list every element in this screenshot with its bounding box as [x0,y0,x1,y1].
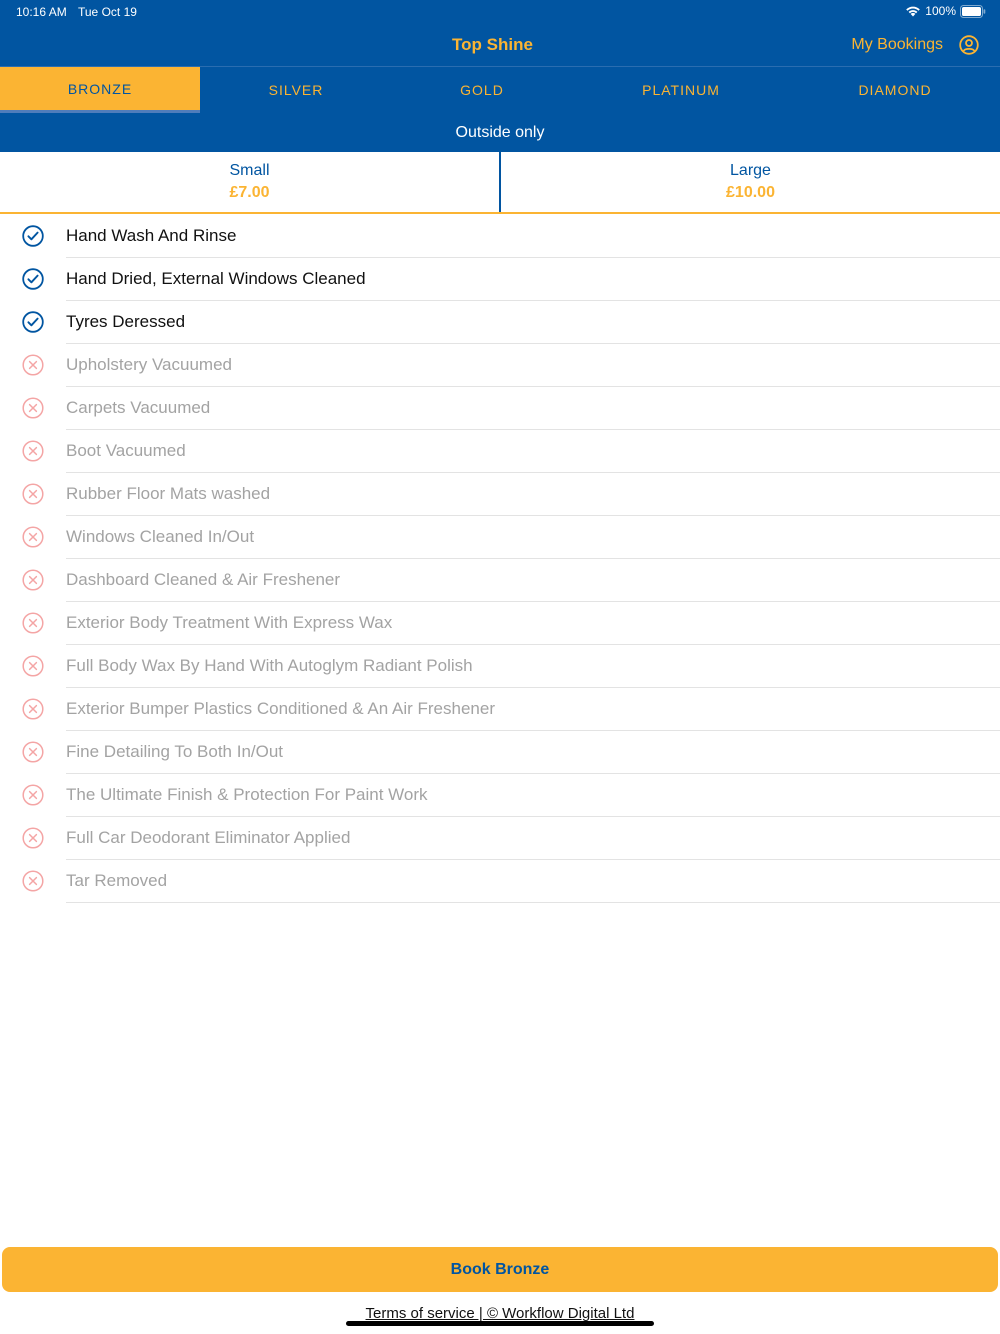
feature-label: Full Car Deodorant Eliminator Applied [66,828,351,847]
tab-gold[interactable]: GOLD [392,67,572,113]
feature-row: Fine Detailing To Both In/Out [0,731,1000,774]
size-option-small[interactable]: Small £7.00 [0,152,499,212]
x-circle-icon [22,827,44,849]
x-circle-icon [22,397,44,419]
tier-tabs: BRONZE SILVER GOLD PLATINUM DIAMOND [0,67,1000,113]
status-date: Tue Oct 19 [78,5,137,19]
feature-row: Tar Removed [0,860,1000,903]
wifi-icon [905,5,921,17]
feature-row: The Ultimate Finish & Protection For Pai… [0,774,1000,817]
x-circle-icon [22,483,44,505]
tier-subtitle: Outside only [0,113,1000,152]
feature-row: Hand Wash And Rinse [0,215,1000,258]
x-circle-icon [22,870,44,892]
feature-row: Dashboard Cleaned & Air Freshener [0,559,1000,602]
size-selector: Small £7.00 Large £10.00 [0,152,1000,214]
feature-label: The Ultimate Finish & Protection For Pai… [66,785,428,804]
x-circle-icon [22,526,44,548]
x-circle-icon [22,784,44,806]
feature-label: Tyres Deressed [66,312,186,331]
status-bar: 10:16 AM Tue Oct 19 100% [0,0,1000,24]
navigation-bar: Top Shine My Bookings [0,24,1000,67]
feature-row: Tyres Deressed [0,301,1000,344]
app-title: Top Shine [452,35,533,54]
feature-row: Carpets Vacuumed [0,387,1000,430]
x-circle-icon [22,655,44,677]
feature-row: Windows Cleaned In/Out [0,516,1000,559]
check-circle-icon [22,311,44,333]
battery-percent: 100% [925,4,956,18]
size-name: Small [229,162,270,179]
feature-label: Carpets Vacuumed [66,398,211,417]
terms-of-service-link[interactable]: Terms of service | © Workflow Digital Lt… [0,1305,1000,1322]
feature-label: Rubber Floor Mats washed [66,484,271,503]
feature-label: Dashboard Cleaned & Air Freshener [66,570,341,589]
feature-row: Full Car Deodorant Eliminator Applied [0,817,1000,860]
feature-label: Boot Vacuumed [66,441,186,460]
status-indicators: 100% [905,4,986,18]
battery-icon [960,4,986,18]
tab-silver[interactable]: SILVER [200,67,392,113]
tab-platinum[interactable]: PLATINUM [572,67,790,113]
tab-bronze[interactable]: BRONZE [0,67,200,113]
check-circle-icon [22,268,44,290]
x-circle-icon [22,354,44,376]
x-circle-icon [22,569,44,591]
book-button[interactable]: Book Bronze [2,1247,998,1292]
feature-row: Upholstery Vacuumed [0,344,1000,387]
feature-row: Full Body Wax By Hand With Autoglym Radi… [0,645,1000,688]
feature-label: Hand Wash And Rinse [66,226,237,245]
app-screen: 10:16 AM Tue Oct 19 100% Top Shine My Bo… [0,0,1000,1334]
tab-diamond[interactable]: DIAMOND [790,67,1000,113]
size-price: £10.00 [726,184,775,201]
size-name: Large [730,162,771,179]
feature-label: Full Body Wax By Hand With Autoglym Radi… [66,656,473,675]
divider [66,902,1000,903]
status-time: 10:16 AM [16,5,67,19]
home-indicator [346,1321,654,1326]
x-circle-icon [22,698,44,720]
feature-label: Fine Detailing To Both In/Out [66,742,284,761]
feature-label: Upholstery Vacuumed [66,355,232,374]
account-circle-icon[interactable] [959,35,979,60]
feature-label: Tar Removed [66,871,168,890]
feature-label: Exterior Body Treatment With Express Wax [66,613,393,632]
feature-label: Hand Dried, External Windows Cleaned [66,269,366,288]
feature-label: Exterior Bumper Plastics Conditioned & A… [66,699,495,718]
feature-list: Hand Wash And Rinse Hand Dried, External … [0,215,1000,903]
size-price: £7.00 [229,184,270,201]
feature-row: Exterior Bumper Plastics Conditioned & A… [0,688,1000,731]
x-circle-icon [22,440,44,462]
feature-label: Windows Cleaned In/Out [66,527,255,546]
check-circle-icon [22,225,44,247]
x-circle-icon [22,741,44,763]
x-circle-icon [22,612,44,634]
my-bookings-link[interactable]: My Bookings [851,36,943,54]
feature-row: Exterior Body Treatment With Express Wax [0,602,1000,645]
size-option-large[interactable]: Large £10.00 [499,152,1000,212]
feature-row: Hand Dried, External Windows Cleaned [0,258,1000,301]
feature-row: Rubber Floor Mats washed [0,473,1000,516]
feature-row: Boot Vacuumed [0,430,1000,473]
